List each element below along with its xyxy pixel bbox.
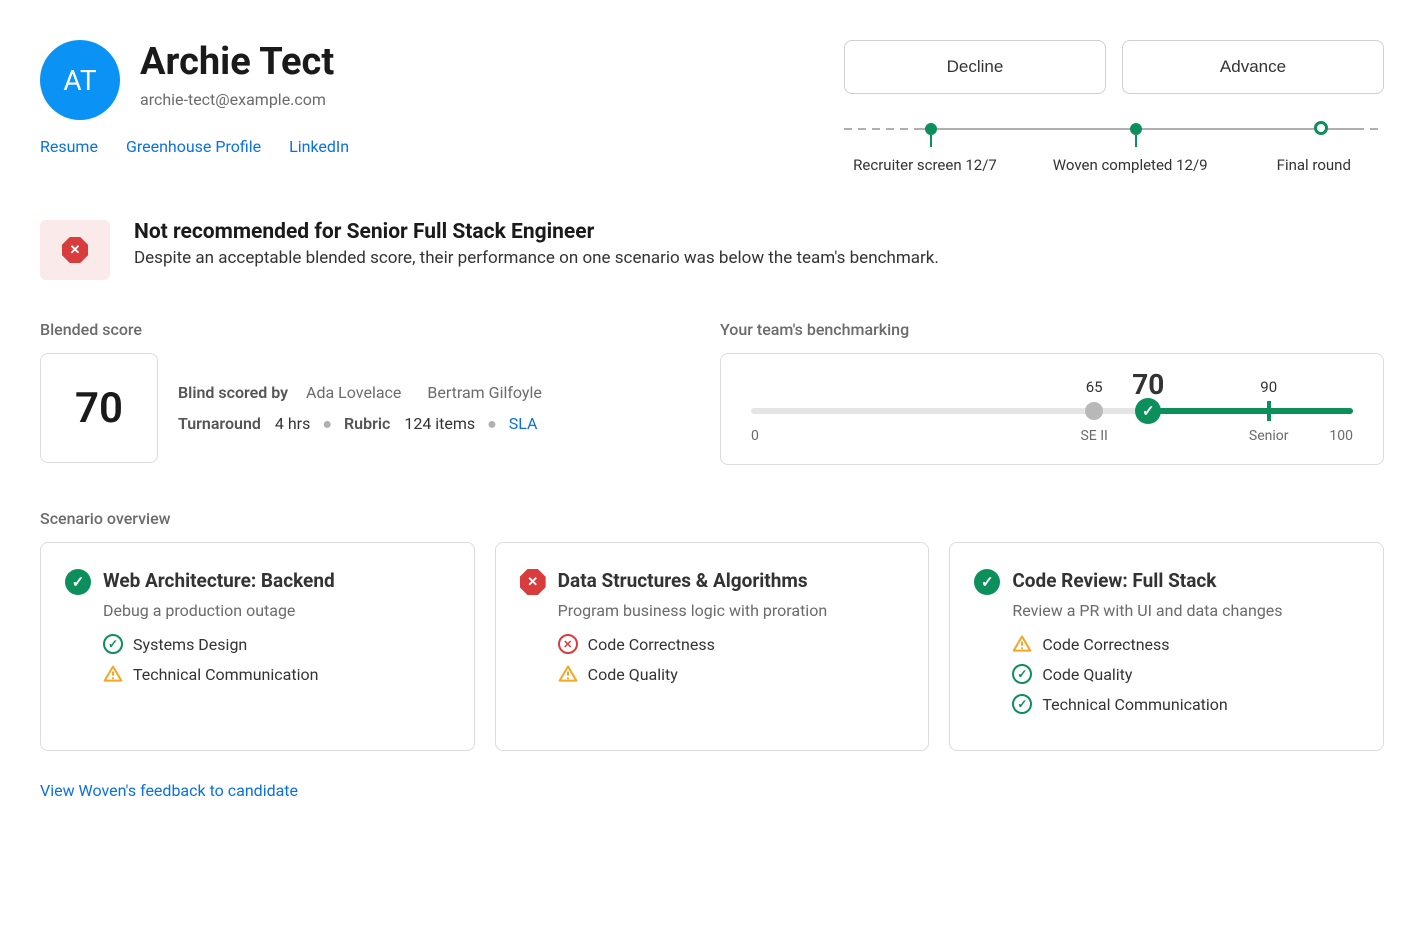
profile-links: Resume Greenhouse Profile LinkedIn	[40, 137, 349, 156]
timeline-node-recruiter	[925, 123, 937, 135]
feedback-link[interactable]: View Woven's feedback to candidate	[40, 781, 298, 800]
blended-score-label: Blended score	[40, 320, 660, 339]
stop-icon	[520, 569, 546, 595]
advance-button[interactable]: Advance	[1122, 40, 1384, 94]
avatar: AT	[40, 40, 120, 120]
timeline-label-final: Final round	[1277, 156, 1351, 174]
check-circle-icon	[65, 569, 91, 595]
skill-row: Code Quality	[558, 664, 905, 684]
warning-icon	[103, 664, 123, 684]
check-icon	[103, 634, 123, 654]
recommendation-body: Despite an acceptable blended score, the…	[134, 248, 939, 268]
check-icon	[1012, 664, 1032, 684]
resume-link[interactable]: Resume	[40, 137, 98, 156]
scenario-subtitle: Debug a production outage	[103, 601, 450, 620]
scorer-1: Ada Lovelace	[306, 383, 401, 402]
scenario-title: Web Architecture: Backend	[103, 569, 335, 592]
timeline-node-woven	[1130, 123, 1142, 135]
warning-icon	[1012, 634, 1032, 654]
check-circle-icon	[974, 569, 1000, 595]
benchmark-se2-value: 65	[1086, 378, 1103, 396]
benchmark-candidate-node	[1135, 398, 1161, 424]
scenario-card-web-arch[interactable]: Web Architecture: Backend Debug a produc…	[40, 542, 475, 751]
candidate-name: Archie Tect	[140, 40, 334, 84]
sla-link[interactable]: SLA	[509, 414, 538, 433]
benchmark-senior-value: 90	[1260, 378, 1277, 396]
benchmark-box: 0 100 65 SE II 70 90 Senior	[720, 353, 1384, 465]
skill-row: Systems Design	[103, 634, 450, 654]
benchmark-candidate-value: 70	[1132, 368, 1164, 401]
scenario-title: Data Structures & Algorithms	[558, 569, 808, 592]
turnaround-row: Turnaround4 hrs ● Rubric124 items ● SLA	[178, 414, 564, 434]
header-right: Decline Advance Recruiter screen 12/7 Wo…	[844, 40, 1384, 180]
skill-row: Code Correctness	[1012, 634, 1359, 654]
x-circle-icon	[558, 634, 578, 654]
benchmark-min: 0	[751, 428, 759, 444]
timeline-label-recruiter: Recruiter screen 12/7	[853, 156, 997, 174]
blended-score-value: 70	[40, 353, 158, 463]
benchmark-se2-node	[1085, 402, 1103, 420]
recommendation-icon-box	[40, 220, 110, 280]
scenario-card-dsa[interactable]: Data Structures & Algorithms Program bus…	[495, 542, 930, 751]
scenario-subtitle: Review a PR with UI and data changes	[1012, 601, 1359, 620]
scenario-card-code-review[interactable]: Code Review: Full Stack Review a PR with…	[949, 542, 1384, 751]
scenario-cards: Web Architecture: Backend Debug a produc…	[40, 542, 1384, 751]
linkedin-link[interactable]: LinkedIn	[289, 137, 349, 156]
candidate-email: archie-tect@example.com	[140, 90, 334, 109]
timeline-node-final	[1314, 121, 1328, 135]
skill-row: Code Quality	[1012, 664, 1359, 684]
scenario-overview-label: Scenario overview	[40, 509, 1384, 528]
benchmark-max: 100	[1329, 428, 1353, 444]
pipeline-timeline: Recruiter screen 12/7 Woven completed 12…	[844, 120, 1384, 180]
benchmark-label: Your team's benchmarking	[720, 320, 1384, 339]
scenario-subtitle: Program business logic with proration	[558, 601, 905, 620]
warning-icon	[558, 664, 578, 684]
scenario-title: Code Review: Full Stack	[1012, 569, 1216, 592]
footer: View Woven's feedback to candidate	[40, 781, 1384, 800]
scorer-2: Bertram Gilfoyle	[427, 383, 542, 402]
scores-row: Blended score 70 Blind scored by Ada Lov…	[40, 320, 1384, 465]
recommendation-banner: Not recommended for Senior Full Stack En…	[40, 220, 1384, 280]
recommendation-title: Not recommended for Senior Full Stack En…	[134, 220, 939, 244]
benchmark-se2-label: SE II	[1080, 428, 1107, 444]
timeline-label-woven: Woven completed 12/9	[1053, 156, 1208, 174]
skill-row: Code Correctness	[558, 634, 905, 654]
stop-icon	[62, 237, 88, 263]
skill-row: Technical Communication	[1012, 694, 1359, 714]
skill-row: Technical Communication	[103, 664, 450, 684]
profile-block: AT Archie Tect archie-tect@example.com R…	[40, 40, 349, 156]
decline-button[interactable]: Decline	[844, 40, 1106, 94]
header: AT Archie Tect archie-tect@example.com R…	[40, 40, 1384, 180]
check-icon	[1012, 694, 1032, 714]
benchmark-senior-label: Senior	[1249, 428, 1289, 444]
greenhouse-link[interactable]: Greenhouse Profile	[126, 137, 261, 156]
scorers-row: Blind scored by Ada Lovelace Bertram Gil…	[178, 383, 564, 402]
benchmark-senior-tick	[1267, 401, 1271, 421]
